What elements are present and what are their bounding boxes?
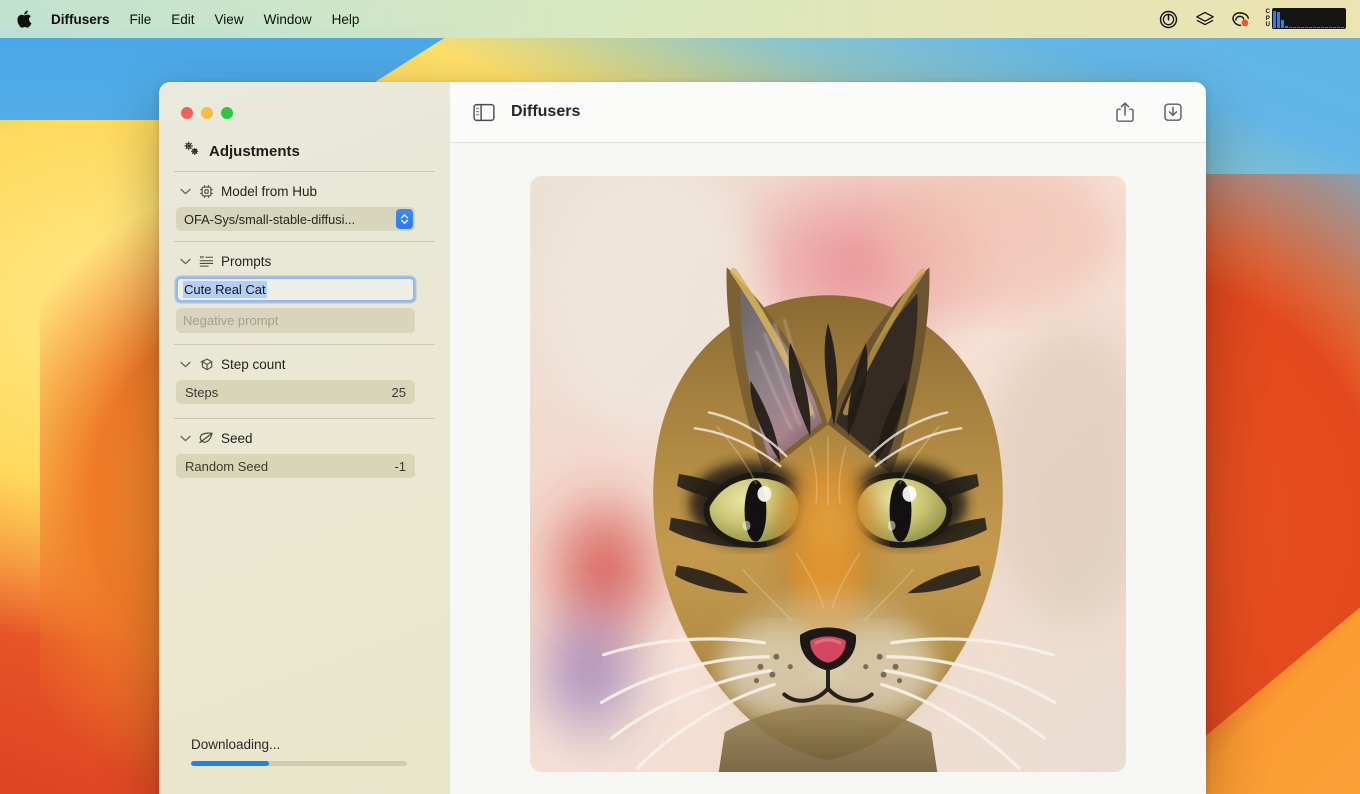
chevron-up-down-icon[interactable]: [396, 209, 413, 229]
random-seed-row[interactable]: Random Seed -1: [176, 454, 415, 478]
chevron-down-icon[interactable]: [179, 358, 191, 370]
menu-item-file[interactable]: File: [120, 10, 162, 29]
group-label-seed: Seed: [221, 430, 253, 446]
model-popup-button[interactable]: OFA-Sys/small-stable-diffusi...: [176, 207, 415, 231]
steps-value: 25: [391, 384, 406, 400]
chip-icon: [198, 183, 214, 199]
steps-row[interactable]: Steps 25: [176, 380, 415, 404]
cpu-history-bar: [1297, 26, 1300, 28]
cpu-letter-u: U: [1265, 21, 1270, 29]
steps-label: Steps: [185, 384, 219, 400]
download-progress-fill: [191, 761, 269, 766]
control-center-icon[interactable]: [1230, 8, 1252, 30]
cpu-history-bar: [1305, 26, 1308, 28]
prompt-input-value: Cute Real Cat: [183, 281, 267, 298]
leaf-icon: [198, 430, 214, 446]
sidebar-toggle-icon[interactable]: [472, 100, 496, 124]
cpu-history-bar: [1325, 26, 1328, 28]
cpu-history-bar: [1317, 26, 1320, 28]
cpu-history-bar: [1289, 26, 1292, 28]
model-popup-value: OFA-Sys/small-stable-diffusi...: [184, 211, 356, 227]
divider: [174, 241, 435, 242]
power-button-icon[interactable]: [1158, 8, 1180, 30]
chevron-down-icon[interactable]: [179, 185, 191, 197]
group-label-step-count: Step count: [221, 356, 286, 372]
cpu-history-bar: [1333, 26, 1336, 28]
divider: [174, 171, 435, 172]
group-header-step-count[interactable]: Step count: [174, 354, 435, 374]
diffusers-app-window: Adjustments Model from Hub OFA-Sys/small…: [159, 82, 1206, 794]
divider: [174, 418, 435, 419]
group-label-prompts: Prompts: [221, 253, 272, 269]
cpu-usage-widget[interactable]: C P U: [1266, 8, 1346, 30]
cpu-widget-label: C P U: [1266, 8, 1270, 30]
group-header-model-from-hub[interactable]: Model from Hub: [174, 181, 435, 201]
download-icon[interactable]: [1162, 101, 1184, 123]
random-seed-label: Random Seed: [185, 458, 269, 474]
cpu-history-bar: [1321, 26, 1324, 28]
maximize-button[interactable]: [221, 107, 233, 119]
chevron-down-icon[interactable]: [179, 432, 191, 444]
cpu-history-bar: [1277, 11, 1280, 28]
menu-item-window[interactable]: Window: [254, 10, 322, 29]
apple-logo-icon[interactable]: [16, 9, 33, 29]
group-label-model-from-hub: Model from Hub: [221, 183, 318, 199]
close-button[interactable]: [181, 107, 193, 119]
window-toolbar: Diffusers: [450, 82, 1206, 143]
chevron-down-icon[interactable]: [179, 255, 191, 267]
random-seed-value: -1: [394, 458, 406, 474]
toolbar-actions: [1114, 101, 1184, 123]
generated-cat-image[interactable]: [530, 176, 1126, 772]
cpu-history-bar: [1341, 26, 1344, 28]
menu-item-edit[interactable]: Edit: [161, 10, 204, 29]
cpu-history-bar: [1301, 26, 1304, 28]
cube-icon: [198, 356, 214, 372]
download-progress-bar: [191, 761, 407, 766]
window-traffic-lights: [159, 82, 450, 138]
cpu-history-bar: [1337, 26, 1340, 28]
cpu-history-bar: [1281, 20, 1284, 28]
macos-menu-bar: Diffusers File Edit View Window Help C P…: [0, 0, 1360, 38]
adjustments-sidebar: Adjustments Model from Hub OFA-Sys/small…: [159, 82, 450, 794]
download-status-label: Downloading...: [191, 737, 281, 752]
sidebar-content: Adjustments Model from Hub OFA-Sys/small…: [159, 138, 450, 794]
divider: [174, 344, 435, 345]
page-title: Adjustments: [209, 142, 300, 160]
cpu-history-bar: [1285, 26, 1288, 28]
group-header-prompts[interactable]: Prompts: [174, 251, 435, 271]
download-progress-area: Downloading...: [174, 737, 435, 794]
cpu-history-graph: [1272, 8, 1346, 29]
gears-icon: [182, 140, 201, 162]
menu-item-help[interactable]: Help: [322, 10, 370, 29]
menu-item-view[interactable]: View: [205, 10, 254, 29]
prompt-input[interactable]: Cute Real Cat: [176, 277, 415, 302]
cpu-history-bar: [1329, 26, 1332, 28]
menu-bar-status-area: C P U: [1158, 8, 1348, 30]
window-title: Diffusers: [511, 103, 581, 120]
detail-pane: Diffusers: [450, 82, 1206, 794]
negative-prompt-input[interactable]: Negative prompt: [176, 308, 415, 333]
cpu-history-bar: [1313, 26, 1316, 28]
minimize-button[interactable]: [201, 107, 213, 119]
cpu-history-bar: [1309, 26, 1312, 28]
menu-item-diffusers[interactable]: Diffusers: [49, 10, 120, 29]
cpu-history-bar: [1273, 10, 1276, 28]
image-canvas: [450, 143, 1206, 794]
cpu-history-bar: [1293, 26, 1296, 28]
group-header-seed[interactable]: Seed: [174, 428, 435, 448]
quote-lines-icon: [198, 253, 214, 269]
adjustments-header: Adjustments: [174, 138, 435, 162]
layers-icon[interactable]: [1194, 8, 1216, 30]
share-icon[interactable]: [1114, 101, 1136, 123]
